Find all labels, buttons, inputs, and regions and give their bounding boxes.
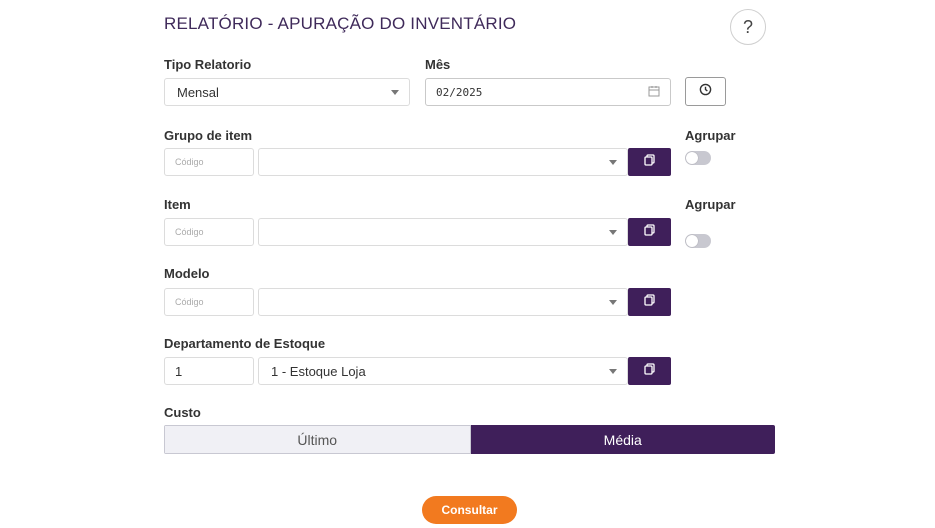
custo-label: Custo (164, 405, 201, 420)
mes-label: Mês (425, 57, 451, 72)
grupo-item-search-button[interactable] (628, 148, 671, 176)
chevron-down-icon (609, 299, 617, 305)
chevron-down-icon (609, 159, 617, 165)
departamento-code-input[interactable] (164, 357, 254, 385)
item-agrupar-label: Agrupar (685, 197, 736, 212)
item-agrupar-toggle[interactable] (685, 234, 711, 248)
item-select[interactable] (258, 218, 628, 246)
custo-option-media[interactable]: Média (470, 425, 775, 454)
mes-input[interactable]: 02/2025 (425, 78, 671, 106)
copy-icon (644, 153, 655, 171)
clock-icon (699, 83, 712, 101)
departamento-label: Departamento de Estoque (164, 336, 326, 351)
grupo-item-agrupar-label: Agrupar (685, 128, 736, 143)
item-code-input[interactable] (164, 218, 254, 246)
grupo-item-label: Grupo de item (164, 128, 253, 143)
grupo-item-select[interactable] (258, 148, 628, 176)
grupo-item-agrupar-toggle[interactable] (685, 151, 711, 165)
modelo-search-button[interactable] (628, 288, 671, 316)
custo-segmented-control: Último Média (164, 425, 775, 454)
history-button[interactable] (685, 77, 726, 106)
modelo-code-input[interactable] (164, 288, 254, 316)
copy-icon (644, 223, 655, 241)
calendar-icon (648, 85, 660, 100)
copy-icon (644, 362, 655, 380)
tipo-relatorio-label: Tipo Relatorio (164, 57, 252, 72)
tipo-relatorio-select[interactable]: Mensal (164, 78, 410, 106)
departamento-select[interactable]: 1 - Estoque Loja (258, 357, 628, 385)
question-icon: ? (742, 16, 753, 37)
custo-option-ultimo[interactable]: Último (164, 425, 471, 454)
item-label: Item (164, 197, 191, 212)
tipo-relatorio-value: Mensal (177, 84, 219, 100)
departamento-select-value: 1 - Estoque Loja (271, 363, 366, 379)
page-title: RELATÓRIO - APURAÇÃO DO INVENTÁRIO (164, 14, 517, 33)
grupo-item-code-input[interactable] (164, 148, 254, 176)
modelo-select[interactable] (258, 288, 628, 316)
chevron-down-icon (609, 229, 617, 235)
departamento-search-button[interactable] (628, 357, 671, 385)
help-button[interactable]: ? (730, 9, 766, 45)
item-search-button[interactable] (628, 218, 671, 246)
consultar-button[interactable]: Consultar (422, 496, 517, 524)
copy-icon (644, 293, 655, 311)
mes-value: 02/2025 (436, 85, 483, 99)
chevron-down-icon (391, 89, 399, 95)
modelo-label: Modelo (164, 266, 210, 281)
chevron-down-icon (609, 368, 617, 374)
